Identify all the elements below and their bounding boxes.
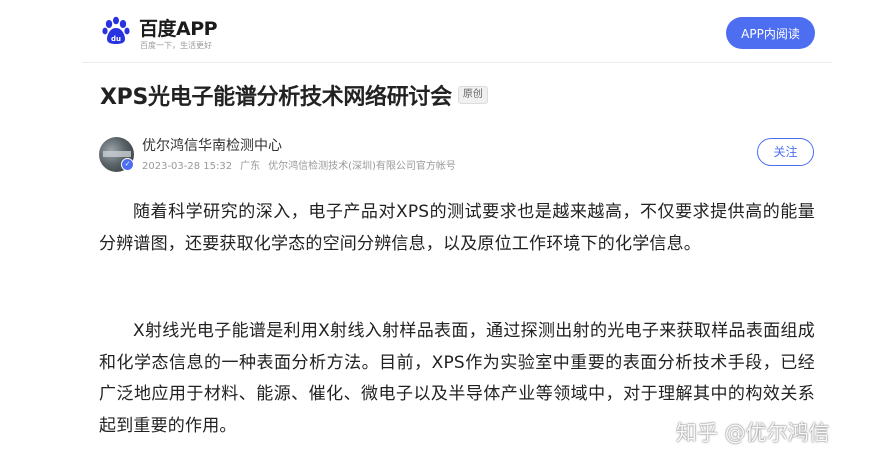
publish-date: 2023-03-28 15:32 — [142, 161, 233, 172]
article-title: XPS光电子能谱分析技术网络研讨会 — [100, 85, 452, 110]
follow-button[interactable]: 关注 — [757, 138, 814, 166]
original-badge: 原创 — [457, 86, 488, 104]
publish-location: 广东 — [240, 161, 261, 172]
baidu-paw-logo-icon[interactable]: du — [100, 15, 132, 47]
article-paragraph: 随着科学研究的深入，电子产品对XPS的测试要求也是越来越高，不仅要求提供高的能量… — [99, 202, 815, 254]
open-in-app-button[interactable]: APP内阅读 — [726, 17, 815, 49]
article-title-row: XPS光电子能谱分析技术网络研讨会 原创 — [100, 79, 488, 111]
brand-name: 百度APP — [139, 18, 218, 40]
top-header: du 百度APP 百度一下，生活更好 APP内阅读 — [82, 0, 832, 63]
zhihu-watermark: 知乎 @优尔鸿信 — [676, 421, 830, 445]
brand-slogan: 百度一下，生活更好 — [140, 41, 212, 50]
author-name[interactable]: 优尔鸿信华南检测中心 — [142, 135, 282, 155]
verified-icon: ✓ — [121, 158, 134, 171]
author-account-desc: 优尔鸿信检测技术(深圳)有限公司官方帐号 — [268, 161, 456, 172]
svg-text:du: du — [111, 35, 121, 43]
author-meta: 2023-03-28 15:32 广东 优尔鸿信检测技术(深圳)有限公司官方帐号 — [142, 157, 464, 172]
